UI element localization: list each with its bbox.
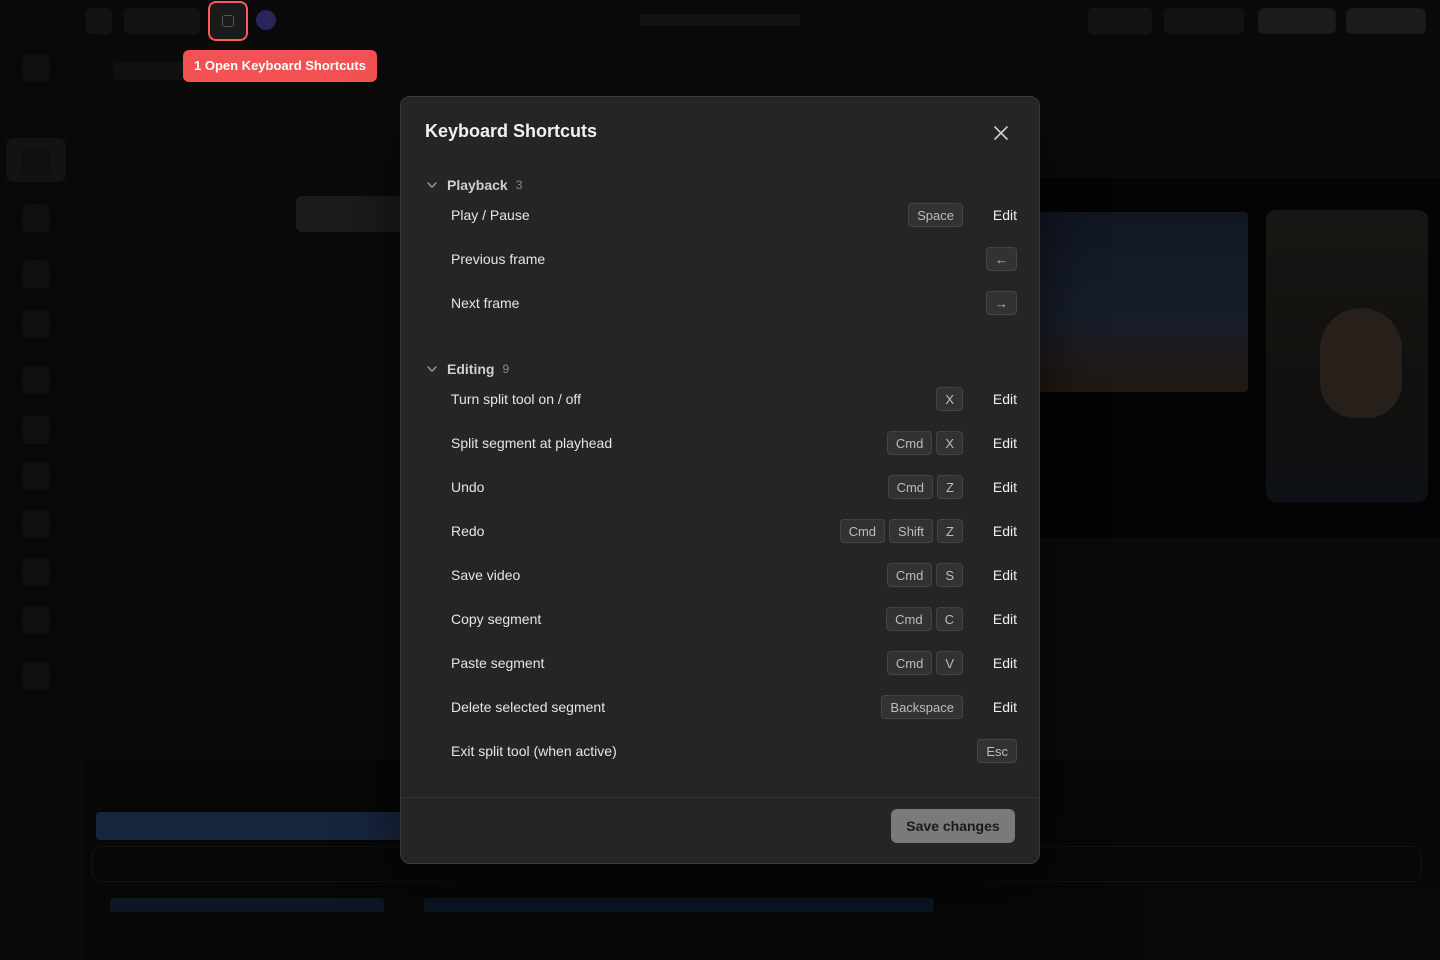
edit-shortcut-button[interactable]: Edit xyxy=(963,611,1017,627)
shortcut-row: Split segment at playhead Cmd X Edit xyxy=(451,430,1017,456)
key-combo: Cmd C xyxy=(886,607,963,631)
edit-shortcut-button[interactable]: Edit xyxy=(963,391,1017,407)
keycap: Cmd xyxy=(886,563,933,587)
shortcut-row: Play / Pause Space Edit xyxy=(451,202,1017,228)
key-combo: Space xyxy=(908,203,963,227)
keycap: X xyxy=(936,387,963,411)
shortcut-row: Undo Cmd Z Edit xyxy=(451,474,1017,500)
shortcut-label: Paste segment xyxy=(451,655,545,671)
section-count: 3 xyxy=(515,178,523,192)
footer-divider xyxy=(401,797,1039,798)
chevron-down-icon xyxy=(427,182,437,188)
keycap: Z xyxy=(937,475,963,499)
edit-shortcut-button[interactable]: Edit xyxy=(963,207,1017,223)
shortcut-label: Previous frame xyxy=(451,251,546,267)
key-combo: Backspace xyxy=(881,695,963,719)
key-combo: Cmd X xyxy=(886,431,963,455)
shortcut-label: Delete selected segment xyxy=(451,699,606,715)
shortcut-label: Save video xyxy=(451,567,521,583)
keycap: Cmd xyxy=(839,519,886,543)
shortcut-row: Previous frame ← xyxy=(451,246,1017,272)
dialog-title: Keyboard Shortcuts xyxy=(425,121,598,141)
edit-shortcut-button[interactable]: Edit xyxy=(963,479,1017,495)
keyboard-icon xyxy=(222,15,234,27)
key-combo: Esc xyxy=(977,739,1017,763)
shortcut-row: Turn split tool on / off X Edit xyxy=(451,386,1017,412)
shortcut-row: Next frame → xyxy=(451,290,1017,316)
keycap: Cmd xyxy=(887,475,934,499)
key-combo: Cmd Z xyxy=(887,475,963,499)
keycap: C xyxy=(935,607,963,631)
edit-shortcut-button[interactable]: Edit xyxy=(963,435,1017,451)
shortcut-label: Exit split tool (when active) xyxy=(451,743,617,759)
keycap: Cmd xyxy=(886,431,933,455)
section-count: 9 xyxy=(502,362,510,376)
shortcut-label: Play / Pause xyxy=(451,207,530,223)
keycap: ← xyxy=(986,247,1017,271)
key-combo: → xyxy=(986,291,1017,315)
key-combo: Cmd V xyxy=(886,651,963,675)
edit-shortcut-button[interactable]: Edit xyxy=(963,699,1017,715)
keycap: Space xyxy=(908,203,963,227)
keycap: X xyxy=(936,431,963,455)
keyboard-shortcuts-dialog: Keyboard Shortcuts Playback 3 Play / Pause… xyxy=(400,96,1040,864)
close-button[interactable] xyxy=(989,121,1013,145)
tutorial-callout: 1 Open Keyboard Shortcuts xyxy=(183,50,377,82)
shortcut-row: Delete selected segment Backspace Edit xyxy=(451,694,1017,720)
key-combo: ← xyxy=(986,247,1017,271)
save-changes-button[interactable]: Save changes xyxy=(891,809,1015,843)
section-header-0[interactable]: Playback 3 xyxy=(425,175,522,195)
edit-shortcut-button[interactable]: Edit xyxy=(963,567,1017,583)
keycap: Cmd xyxy=(886,651,933,675)
keycap: Backspace xyxy=(881,695,963,719)
key-combo: Cmd Shift Z xyxy=(839,519,963,543)
edit-shortcut-button[interactable]: Edit xyxy=(963,523,1017,539)
shortcut-row: Paste segment Cmd V Edit xyxy=(451,650,1017,676)
shortcut-label: Next frame xyxy=(451,295,520,311)
keyboard-shortcuts-button-highlight[interactable] xyxy=(208,1,248,41)
keycap: → xyxy=(986,291,1017,315)
shortcut-label: Undo xyxy=(451,479,485,495)
keycap: Cmd xyxy=(886,607,932,631)
shortcut-row: Copy segment Cmd C Edit xyxy=(451,606,1017,632)
shortcut-label: Copy segment xyxy=(451,611,542,627)
keycap: Shift xyxy=(889,519,934,543)
keycap: V xyxy=(936,651,963,675)
shortcut-label: Redo xyxy=(451,523,485,539)
section-label: Playback xyxy=(447,177,508,193)
close-icon xyxy=(994,126,1008,140)
keycap: Esc xyxy=(977,739,1017,763)
section-label: Editing xyxy=(447,361,495,377)
shortcut-row: Redo Cmd Shift Z Edit xyxy=(451,518,1017,544)
keycap: Z xyxy=(937,519,963,543)
shortcut-label: Turn split tool on / off xyxy=(451,391,581,407)
key-combo: X xyxy=(936,387,963,411)
shortcut-row: Exit split tool (when active) Esc xyxy=(451,738,1017,764)
shortcut-row: Save video Cmd S Edit xyxy=(451,562,1017,588)
key-combo: Cmd S xyxy=(886,563,963,587)
keycap: S xyxy=(936,563,963,587)
section-header-1[interactable]: Editing 9 xyxy=(425,359,509,379)
edit-shortcut-button[interactable]: Edit xyxy=(963,655,1017,671)
chevron-down-icon xyxy=(427,366,437,372)
shortcut-label: Split segment at playhead xyxy=(451,435,613,451)
